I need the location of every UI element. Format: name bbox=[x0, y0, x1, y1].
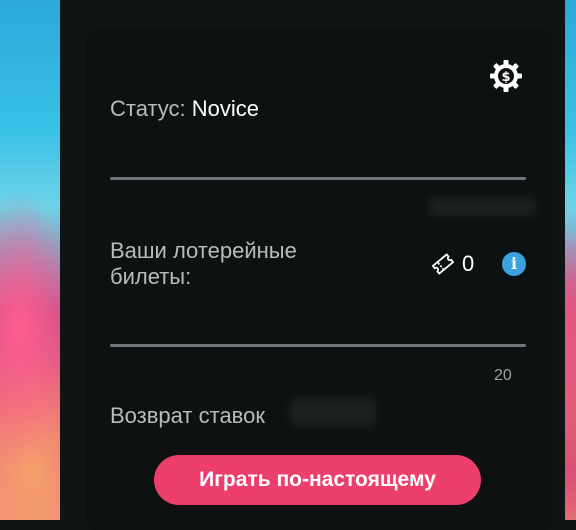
ticket-count: 0 bbox=[462, 251, 475, 276]
blurred-placeholder bbox=[290, 398, 376, 426]
status-label: Статус: bbox=[110, 96, 186, 121]
progress-max-label: 20 bbox=[494, 367, 512, 384]
play-for-real-button[interactable]: Играть по-настоящему bbox=[154, 455, 481, 505]
status-row: Статус: Novice bbox=[110, 96, 259, 122]
status-divider bbox=[110, 177, 526, 180]
blurred-placeholder bbox=[430, 198, 536, 216]
bet-return-label: Возврат ставок bbox=[110, 403, 265, 428]
tickets-label: Ваши лотерейные билеты: bbox=[110, 238, 297, 289]
ticket-icon bbox=[431, 253, 455, 275]
svg-text:$: $ bbox=[501, 70, 510, 85]
tickets-progress-bar bbox=[110, 344, 526, 347]
settings-gear-icon[interactable]: $ bbox=[488, 58, 524, 94]
info-icon[interactable]: i bbox=[502, 252, 526, 276]
status-value: Novice bbox=[191, 96, 260, 121]
